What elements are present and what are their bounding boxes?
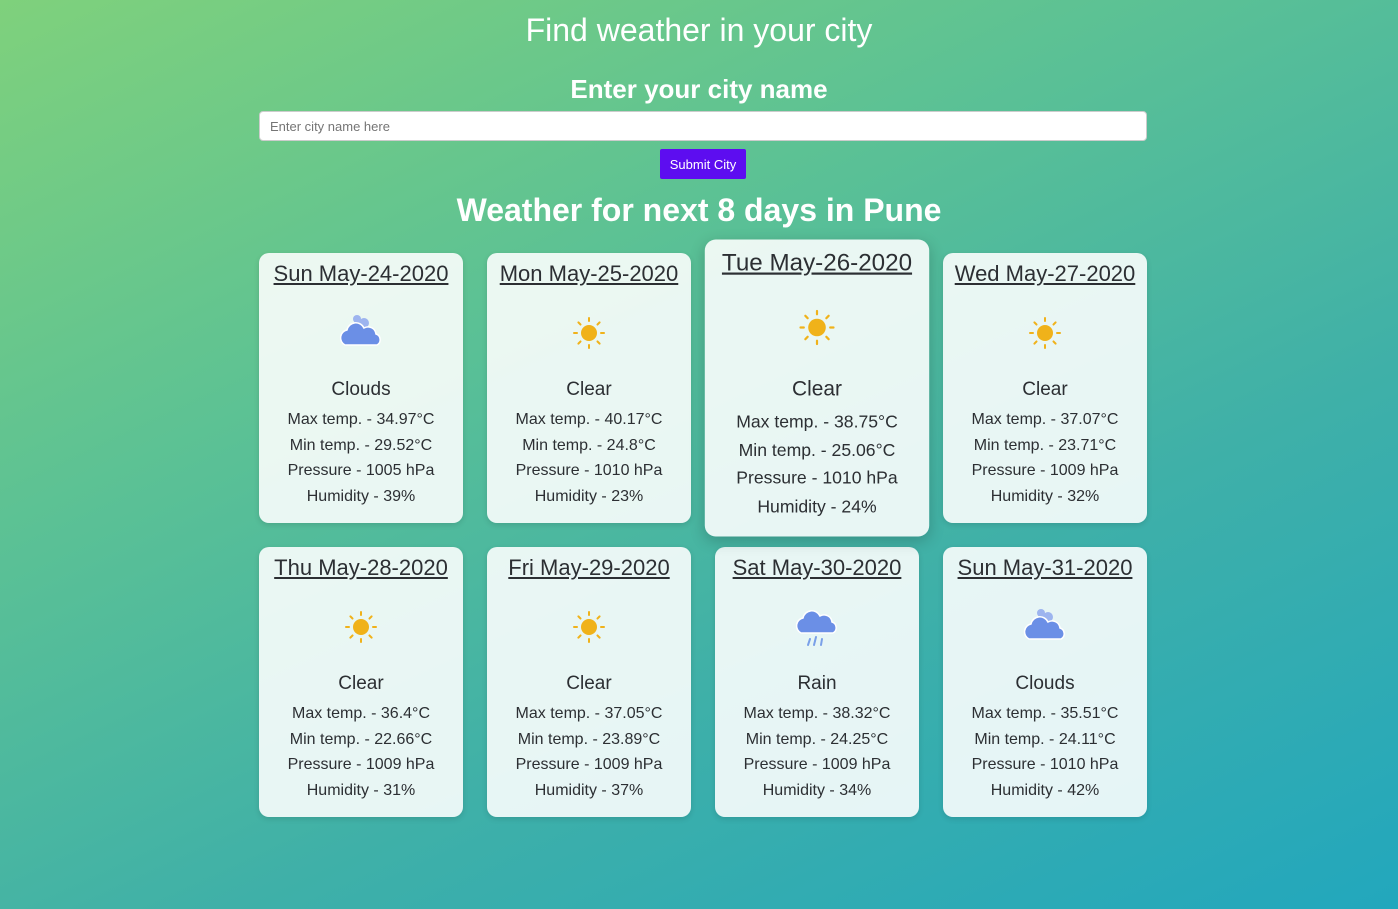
- clouds-icon: [943, 589, 1147, 665]
- forecast-date-link[interactable]: Tue May-26-2020: [705, 248, 929, 277]
- min-temp: Min temp. - 24.8°C: [522, 436, 656, 454]
- forecast-card[interactable]: Sat May-30-2020 Rain Max temp. - 38.32°C…: [715, 547, 919, 817]
- weather-description: Clouds: [1015, 673, 1075, 694]
- weather-description: Clear: [338, 673, 384, 694]
- forecast-date-link[interactable]: Thu May-28-2020: [259, 555, 463, 581]
- city-search-input[interactable]: [259, 111, 1147, 141]
- weather-description: Clouds: [331, 379, 391, 400]
- pressure: Pressure - 1009 hPa: [743, 756, 891, 773]
- forecast-card[interactable]: Fri May-29-2020 Clear Max temp. - 37.05°…: [487, 547, 691, 817]
- min-temp: Min temp. - 24.11°C: [974, 730, 1116, 748]
- sun-icon: [943, 295, 1147, 371]
- rain-icon: [715, 589, 919, 665]
- page-title: Find weather in your city: [525, 12, 873, 48]
- forecast-card[interactable]: Sun May-31-2020 Clouds Max temp. - 35.51…: [943, 547, 1147, 817]
- forecast-title: Weather for next 8 days in Pune: [456, 192, 942, 228]
- min-temp: Min temp. - 24.25°C: [745, 730, 889, 748]
- weather-description: Clear: [792, 378, 842, 402]
- humidity: Humidity - 23%: [534, 487, 644, 505]
- pressure: Pressure - 1009 hPa: [287, 756, 435, 773]
- sun-icon: [705, 286, 929, 370]
- max-temp: Max temp. - 36.4°C: [292, 705, 430, 722]
- max-temp: Max temp. - 37.05°C: [515, 705, 663, 722]
- pressure: Pressure - 1010 hPa: [736, 469, 898, 489]
- sun-icon: [259, 589, 463, 665]
- min-temp: Min temp. - 22.66°C: [289, 730, 433, 748]
- forecast-card[interactable]: Thu May-28-2020 Clear Max temp. - 36.4°C…: [259, 547, 463, 817]
- forecast-card[interactable]: Mon May-25-2020 Clear Max temp. - 40.17°…: [487, 253, 691, 523]
- min-temp: Min temp. - 23.89°C: [517, 730, 661, 748]
- max-temp: Max temp. - 38.75°C: [736, 413, 898, 432]
- humidity: Humidity - 31%: [306, 781, 416, 799]
- forecast-date-link[interactable]: Mon May-25-2020: [487, 261, 691, 287]
- weather-description: Clear: [1022, 379, 1068, 400]
- max-temp: Max temp. - 38.32°C: [743, 705, 891, 722]
- weather-description: Clear: [566, 379, 612, 400]
- max-temp: Max temp. - 35.51°C: [971, 705, 1119, 722]
- sun-icon: [487, 589, 691, 665]
- max-temp: Max temp. - 37.07°C: [971, 411, 1119, 428]
- forecast-grid: Sun May-24-2020 Clouds Max temp. - 34.97…: [259, 239, 1147, 817]
- humidity: Humidity - 42%: [990, 781, 1100, 799]
- sun-icon: [487, 295, 691, 371]
- pressure: Pressure - 1009 hPa: [515, 756, 663, 773]
- forecast-date-link[interactable]: Fri May-29-2020: [487, 555, 691, 581]
- city-input-label: Enter your city name: [570, 74, 828, 104]
- pressure: Pressure - 1005 hPa: [287, 462, 435, 479]
- forecast-date-link[interactable]: Sat May-30-2020: [715, 555, 919, 581]
- weather-description: Rain: [797, 673, 837, 694]
- humidity: Humidity - 39%: [306, 487, 416, 505]
- forecast-card[interactable]: Sun May-24-2020 Clouds Max temp. - 34.97…: [259, 253, 463, 523]
- forecast-date-link[interactable]: Sun May-31-2020: [943, 555, 1147, 581]
- clouds-icon: [259, 295, 463, 371]
- min-temp: Min temp. - 23.71°C: [973, 436, 1117, 454]
- humidity: Humidity - 37%: [534, 781, 644, 799]
- humidity: Humidity - 32%: [990, 487, 1100, 505]
- forecast-date-link[interactable]: Wed May-27-2020: [943, 261, 1147, 287]
- min-temp: Min temp. - 25.06°C: [738, 441, 896, 461]
- max-temp: Max temp. - 34.97°C: [287, 411, 435, 428]
- pressure: Pressure - 1010 hPa: [971, 756, 1119, 773]
- humidity: Humidity - 34%: [762, 781, 872, 799]
- humidity: Humidity - 24%: [757, 497, 877, 517]
- pressure: Pressure - 1009 hPa: [971, 462, 1119, 479]
- forecast-card[interactable]: Wed May-27-2020 Clear Max temp. - 37.07°…: [943, 253, 1147, 523]
- submit-city-button[interactable]: Submit City: [660, 149, 746, 179]
- forecast-date-link[interactable]: Sun May-24-2020: [259, 261, 463, 287]
- forecast-card-hovered[interactable]: Tue May-26-2020 Clear Max temp. - 38.75°…: [704, 239, 930, 537]
- min-temp: Min temp. - 29.52°C: [289, 436, 433, 454]
- max-temp: Max temp. - 40.17°C: [515, 411, 663, 428]
- pressure: Pressure - 1010 hPa: [515, 462, 663, 479]
- weather-description: Clear: [566, 673, 612, 694]
